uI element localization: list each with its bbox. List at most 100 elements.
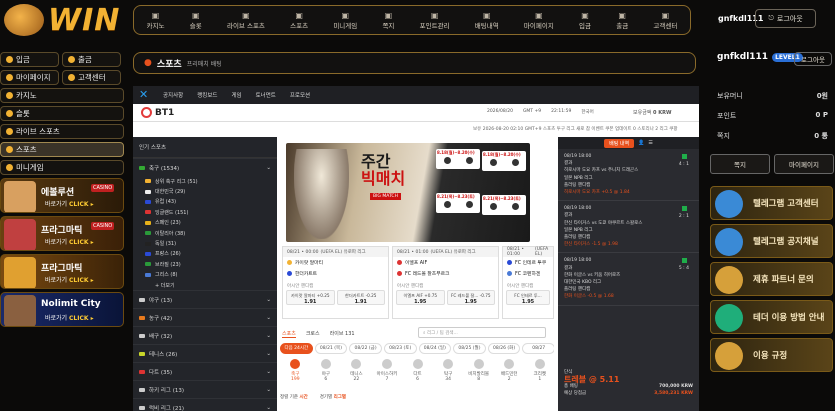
frame-header: BT1 2026/08/20 GMT +9 22:11:59 한국어 보유금액 … bbox=[133, 104, 699, 122]
nav-item[interactable]: ▣ 포인트관리 bbox=[420, 11, 450, 30]
right-promo[interactable]: 텔레그램 공지채널 bbox=[710, 224, 833, 258]
nav-item[interactable]: ▣ 고객센터 bbox=[653, 11, 677, 30]
odds-button[interactable]: 카이랏 알마티 +0.25 1.91 bbox=[286, 290, 335, 305]
odds-button[interactable]: 이엘프 AIF +0.75 1.95 bbox=[396, 290, 445, 305]
frame-nav-item[interactable]: 토너먼트 bbox=[256, 91, 276, 99]
date-chip[interactable]: 08/27 bbox=[522, 343, 555, 354]
sidebar-item-slot[interactable]: 슬롯 bbox=[0, 106, 124, 121]
tab-sports[interactable]: 스포츠 bbox=[282, 330, 296, 338]
withdraw-button[interactable]: 출금 bbox=[62, 52, 121, 67]
sport-nav-item[interactable]: 대한민국 (29) bbox=[133, 186, 277, 196]
promo-card[interactable]: 프라그마틱 바로가기 CLICK ▸ bbox=[0, 254, 124, 289]
nav-item[interactable]: ▣ 입금 bbox=[579, 11, 591, 30]
date-chip[interactable]: 08/22 (금) bbox=[349, 343, 382, 354]
sport-nav-item[interactable]: 유럽 (43) bbox=[133, 197, 277, 207]
promo-card[interactable]: 프라그마틱 CASINO 바로가기 CLICK ▸ bbox=[0, 216, 124, 251]
date-chip[interactable]: 08/21 (목) bbox=[314, 343, 348, 354]
promo-banner[interactable]: 주간 빅매치 BIG MATCH 8.18(월)~8.20(수) 8.18(월)~8… bbox=[286, 143, 530, 242]
sport-nav-item[interactable]: 상위 축구 리그 (51) bbox=[133, 176, 277, 186]
user-icon[interactable]: 👤 bbox=[638, 140, 644, 146]
right-promo[interactable]: 제휴 파트너 문의 bbox=[710, 262, 833, 296]
right-logout-button[interactable]: 로그아웃 bbox=[794, 52, 832, 66]
promo-card[interactable]: Nolimit City 바로가기 CLICK ▸ bbox=[0, 292, 124, 327]
tab-cross[interactable]: 크로스 bbox=[306, 330, 320, 337]
sport-nav-item[interactable]: 하키 리그 (13) ⌄ bbox=[133, 380, 277, 398]
frame-nav-item[interactable]: 프로모션 bbox=[290, 91, 310, 99]
sport-nav-item[interactable]: 농구 (42) ⌄ bbox=[133, 308, 277, 326]
sport-nav-item[interactable]: 축구 (1534) ⌄ bbox=[133, 158, 277, 176]
sport-chip[interactable]: 야구 6 bbox=[311, 359, 342, 391]
sports-icon: ● bbox=[144, 58, 152, 68]
nav-item[interactable]: ▣ 미니게임 bbox=[333, 11, 357, 30]
sport-nav-item[interactable]: 배구 (32) ⌄ bbox=[133, 326, 277, 344]
nav-item[interactable]: ▣ 슬롯 bbox=[190, 11, 202, 30]
odds-button[interactable]: FC 인테르 투... 1.95 bbox=[506, 290, 550, 305]
sort-select[interactable]: 정렬 기준 시간 bbox=[280, 394, 308, 404]
sidebar-item-live-sports[interactable]: 라이브 스포츠 bbox=[0, 124, 124, 139]
team-crest-icon bbox=[511, 203, 519, 210]
frame-nav-item[interactable]: 공지사항 bbox=[163, 91, 183, 99]
messages-button[interactable]: 쪽지 bbox=[710, 154, 770, 174]
sport-nav-item[interactable]: 브라질 (23) bbox=[133, 259, 277, 269]
odds-button[interactable]: FC 레드볼 잘... -0.75 1.95 bbox=[446, 290, 495, 305]
nav-item[interactable]: ▣ 쪽지 bbox=[382, 11, 394, 30]
mypage-button[interactable]: 마이페이지 bbox=[0, 70, 59, 85]
right-promo[interactable]: 텔레그램 고객센터 bbox=[710, 186, 833, 220]
promo-card[interactable]: 에볼루션 CASINO 바로가기 CLICK ▸ bbox=[0, 178, 124, 213]
bet-card[interactable]: 08/19 18:00 결과 히로시마 도요 카프 vs 주니치 드래곤스 일본 NP… bbox=[558, 149, 699, 202]
frame-nav-item[interactable]: 게임 bbox=[232, 91, 242, 99]
sport-nav-item[interactable]: 럭비 리그 (21) ⌄ bbox=[133, 398, 277, 411]
bet-card[interactable]: 08/19 18:00 결과 한화 이글스 vs 키움 히어로즈 대한민국 KBO 리… bbox=[558, 253, 699, 306]
sport-chip[interactable]: 배드민턴 2 bbox=[494, 359, 525, 391]
date-chip[interactable]: 08/24 (일) bbox=[418, 343, 452, 354]
nav-item[interactable]: ▣ 마이페이지 bbox=[524, 11, 554, 30]
nav-item[interactable]: ▣ 카지노 bbox=[147, 11, 165, 30]
sport-nav-item[interactable]: 다트 (35) ⌄ bbox=[133, 362, 277, 380]
odds-time: 08/21 • 00:00 bbox=[287, 249, 319, 255]
odds-button[interactable]: 한더카트트 -0.25 1.91 bbox=[336, 290, 385, 305]
nav-item[interactable]: ▣ 배팅내역 bbox=[475, 11, 499, 30]
league-search-input[interactable]: ⌕ 리그 / 팀 검색... bbox=[418, 327, 546, 338]
right-promo[interactable]: 테더 이용 방법 안내 bbox=[710, 300, 833, 334]
sport-nav-item[interactable]: 프랑스 (26) bbox=[133, 249, 277, 259]
date-chip[interactable]: 08/26 (화) bbox=[487, 343, 521, 354]
sport-nav-item[interactable]: 독일 (31) bbox=[133, 238, 277, 248]
nav-item[interactable]: ▣ 출금 bbox=[616, 11, 628, 30]
date-chip[interactable]: 08/25 (월) bbox=[453, 343, 486, 354]
nav-item[interactable]: ▣ 스포츠 bbox=[290, 11, 308, 30]
sport-nav-item[interactable]: 잉글랜드 (151) bbox=[133, 207, 277, 217]
site-logo[interactable]: WIN bbox=[4, 2, 124, 38]
list-icon[interactable]: ☰ bbox=[648, 140, 652, 146]
sport-chip[interactable]: 축구 199 bbox=[280, 359, 311, 391]
sport-chip[interactable]: 다트 6 bbox=[402, 359, 433, 391]
sport-nav-item[interactable]: 스페인 (23) bbox=[133, 218, 277, 228]
sport-nav-item[interactable]: 그리스 (8) bbox=[133, 270, 277, 280]
sport-nav-item[interactable]: 야구 (13) ⌄ bbox=[133, 290, 277, 308]
sport-chip[interactable]: 아이스하키 7 bbox=[372, 359, 403, 391]
language-select[interactable]: 한국어 bbox=[581, 109, 593, 115]
right-promo[interactable]: 이용 규정 bbox=[710, 338, 833, 372]
deposit-button[interactable]: 입금 bbox=[0, 52, 59, 67]
sidebar-item-minigame[interactable]: 미니게임 bbox=[0, 160, 124, 175]
sport-nav-item[interactable]: 이탈리아 (38) bbox=[133, 228, 277, 238]
sport-chip[interactable]: 비치발리볼 8 bbox=[463, 359, 494, 391]
support-button[interactable]: 고객센터 bbox=[62, 70, 121, 85]
filter-select[interactable]: 경기별 리그별 bbox=[320, 394, 346, 404]
sidebar-item-sports[interactable]: 스포츠 bbox=[0, 142, 124, 157]
frame-nav-item[interactable]: 랭킹보드 bbox=[197, 91, 217, 99]
sport-chip[interactable]: 크리켓 1 bbox=[525, 359, 556, 391]
tab-bet-history[interactable]: 배팅 내역 bbox=[604, 138, 635, 148]
sport-chip[interactable]: 탁구 34 bbox=[433, 359, 464, 391]
sport-nav-item[interactable]: 테니스 (26) ⌄ bbox=[133, 344, 277, 362]
sport-nav-item[interactable]: + 더보기 bbox=[133, 280, 277, 290]
logout-button[interactable]: ⎋ 로그아웃 bbox=[755, 9, 816, 28]
date-chip[interactable]: 다음 24시간 bbox=[280, 343, 313, 354]
bet-card[interactable]: 08/19 18:00 결과 한신 타이거스 vs 도쿄 야쿠르트 스왈로스 일본 N… bbox=[558, 201, 699, 254]
nav-item[interactable]: ▣ 라이브 스포츠 bbox=[227, 11, 265, 30]
sport-chip[interactable]: 테니스 22 bbox=[341, 359, 372, 391]
tab-live[interactable]: 라이브 131 bbox=[330, 330, 355, 337]
sport-nav-left: 프랑스 (26) bbox=[145, 250, 181, 257]
mypage-right-button[interactable]: 마이페이지 bbox=[774, 154, 834, 174]
sidebar-item-casino[interactable]: 카지노 bbox=[0, 88, 124, 103]
date-chip[interactable]: 08/23 (토) bbox=[383, 343, 417, 354]
